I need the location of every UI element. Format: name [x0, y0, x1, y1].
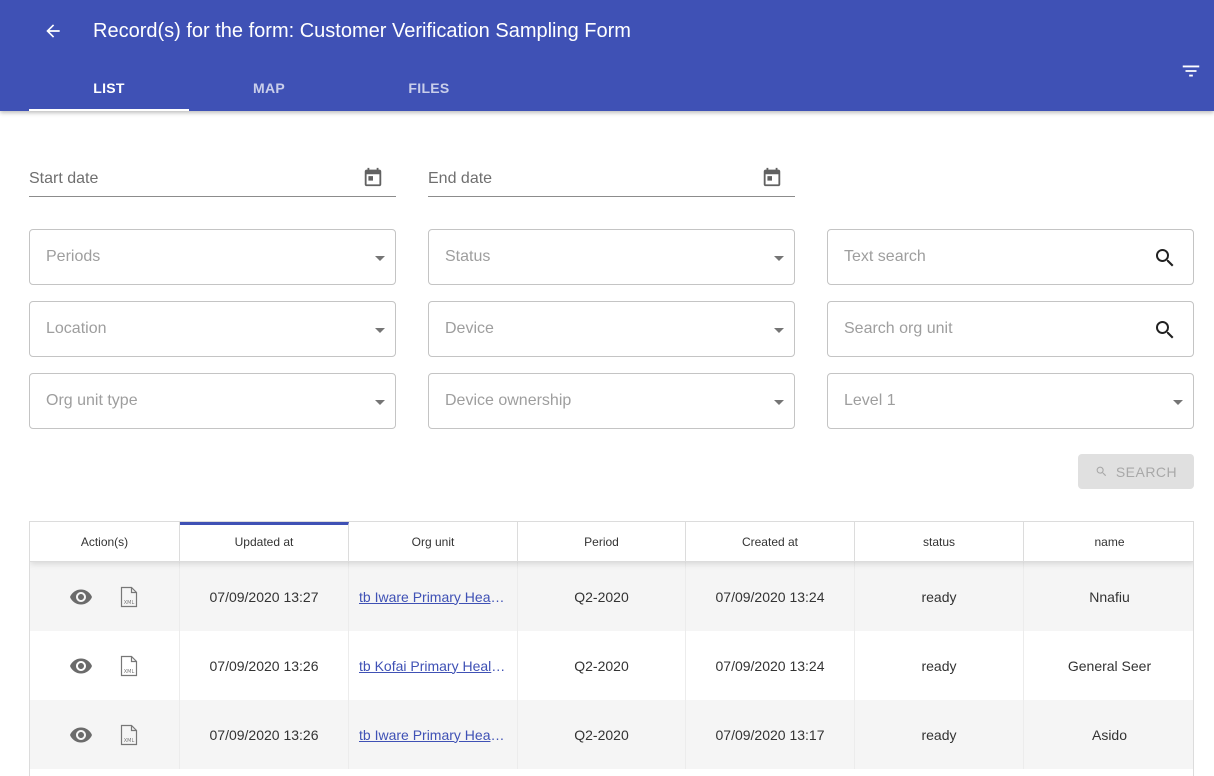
status-placeholder: Status — [445, 248, 491, 265]
xml-file-icon[interactable]: XML — [117, 585, 141, 609]
column-header-updated-at[interactable]: Updated at — [180, 522, 349, 562]
app-bar: Record(s) for the form: Customer Verific… — [0, 0, 1214, 111]
records-table: Action(s) Updated at Org unit Period Cre… — [29, 521, 1194, 776]
svg-text:XML: XML — [123, 738, 134, 744]
dropdown-arrow-icon — [375, 400, 385, 405]
status-cell: ready — [855, 700, 1024, 769]
xml-file-icon[interactable]: XML — [117, 654, 141, 678]
tab-files[interactable]: FILES — [349, 64, 509, 111]
dropdown-arrow-icon — [774, 256, 784, 261]
table-row: XML 07/09/2020 13:26 tb Iware Primary He… — [30, 700, 1193, 769]
xml-file-icon[interactable]: XML — [117, 723, 141, 747]
org-unit-type-select[interactable]: Org unit type — [29, 373, 396, 429]
end-date-field[interactable]: End date — [428, 160, 795, 197]
org-unit-link[interactable]: tb Kofai Primary Health Clinic — [359, 658, 507, 674]
updated-at-cell: 07/09/2020 13:26 — [180, 631, 349, 700]
org-unit-cell: tb Iware Primary Health Clinic — [349, 700, 518, 769]
actions-cell: XML — [30, 700, 180, 769]
text-search-placeholder: Text search — [844, 248, 926, 265]
start-date-label: Start date — [29, 170, 99, 187]
device-placeholder: Device — [445, 320, 494, 337]
column-header-org-unit[interactable]: Org unit — [349, 522, 518, 562]
period-cell: Q2-2020 — [518, 562, 686, 631]
end-date-label: End date — [428, 170, 493, 187]
actions-cell: XML — [30, 562, 180, 631]
search-icon[interactable] — [1153, 246, 1177, 270]
dropdown-arrow-icon — [375, 256, 385, 261]
arrow-back-icon — [46, 24, 60, 38]
tab-list[interactable]: LIST — [29, 64, 189, 111]
filter-button[interactable] — [1176, 58, 1206, 84]
svg-text:XML: XML — [123, 669, 134, 675]
updated-at-cell: 07/09/2020 13:27 — [180, 562, 349, 631]
column-header-period[interactable]: Period — [518, 522, 686, 562]
table-row: XML 07/09/2020 13:27 tb Iware Primary He… — [30, 562, 1193, 631]
back-button[interactable] — [38, 16, 68, 46]
dropdown-arrow-icon — [774, 400, 784, 405]
svg-text:XML: XML — [123, 600, 134, 606]
period-cell: Q2-2020 — [518, 700, 686, 769]
eye-icon[interactable] — [69, 585, 93, 609]
calendar-icon[interactable] — [761, 166, 783, 188]
table-row: XML 07/09/2020 13:26 tb Kofai Primary He… — [30, 631, 1193, 700]
periods-select[interactable]: Periods — [29, 229, 396, 285]
search-org-unit-placeholder: Search org unit — [844, 320, 953, 337]
org-unit-cell: tb Iware Primary Health Clinic — [349, 562, 518, 631]
page-title: Record(s) for the form: Customer Verific… — [93, 20, 631, 42]
search-button-label: SEARCH — [1115, 463, 1178, 480]
period-cell: Q2-2020 — [518, 631, 686, 700]
location-placeholder: Location — [46, 320, 107, 337]
filter-list-icon — [1182, 65, 1200, 77]
dropdown-arrow-icon — [1173, 400, 1183, 405]
org-unit-type-placeholder: Org unit type — [46, 392, 138, 409]
dropdown-arrow-icon — [375, 328, 385, 333]
column-header-status[interactable]: status — [855, 522, 1024, 562]
search-button[interactable]: SEARCH — [1078, 454, 1194, 489]
text-search-input[interactable]: Text search — [827, 229, 1194, 285]
created-at-cell: 07/09/2020 13:24 — [686, 631, 855, 700]
status-select[interactable]: Status — [428, 229, 795, 285]
name-cell: Nnafiu — [1089, 588, 1130, 605]
search-icon[interactable] — [1153, 318, 1177, 342]
org-unit-link[interactable]: tb Iware Primary Health Clinic — [359, 727, 507, 743]
device-ownership-select[interactable]: Device ownership — [428, 373, 795, 429]
table-header: Action(s) Updated at Org unit Period Cre… — [30, 522, 1193, 562]
org-unit-cell: tb Kofai Primary Health Clinic — [349, 631, 518, 700]
actions-cell: XML — [30, 631, 180, 700]
status-cell: ready — [855, 562, 1024, 631]
name-cell: Asido — [1091, 726, 1128, 743]
level-select[interactable]: Level 1 — [827, 373, 1194, 429]
eye-icon[interactable] — [69, 654, 93, 678]
device-select[interactable]: Device — [428, 301, 795, 357]
device-ownership-placeholder: Device ownership — [445, 392, 572, 409]
name-cell: General Seer — [1067, 657, 1152, 674]
search-icon — [1096, 466, 1106, 477]
column-header-actions[interactable]: Action(s) — [30, 522, 180, 562]
eye-icon[interactable] — [69, 723, 93, 747]
dropdown-arrow-icon — [774, 328, 784, 333]
created-at-cell: 07/09/2020 13:24 — [686, 562, 855, 631]
tab-indicator — [29, 109, 189, 111]
status-cell: ready — [855, 631, 1024, 700]
location-select[interactable]: Location — [29, 301, 396, 357]
periods-placeholder: Periods — [46, 248, 101, 265]
calendar-icon[interactable] — [362, 166, 384, 188]
org-unit-link[interactable]: tb Iware Primary Health Clinic — [359, 589, 507, 605]
level-placeholder: Level 1 — [844, 392, 896, 409]
tab-map[interactable]: MAP — [189, 64, 349, 111]
column-header-created-at[interactable]: Created at — [686, 522, 855, 562]
updated-at-cell: 07/09/2020 13:26 — [180, 700, 349, 769]
created-at-cell: 07/09/2020 13:17 — [686, 700, 855, 769]
column-header-name[interactable]: name — [1024, 522, 1193, 562]
start-date-field[interactable]: Start date — [29, 160, 396, 197]
search-org-unit-input[interactable]: Search org unit — [827, 301, 1194, 357]
